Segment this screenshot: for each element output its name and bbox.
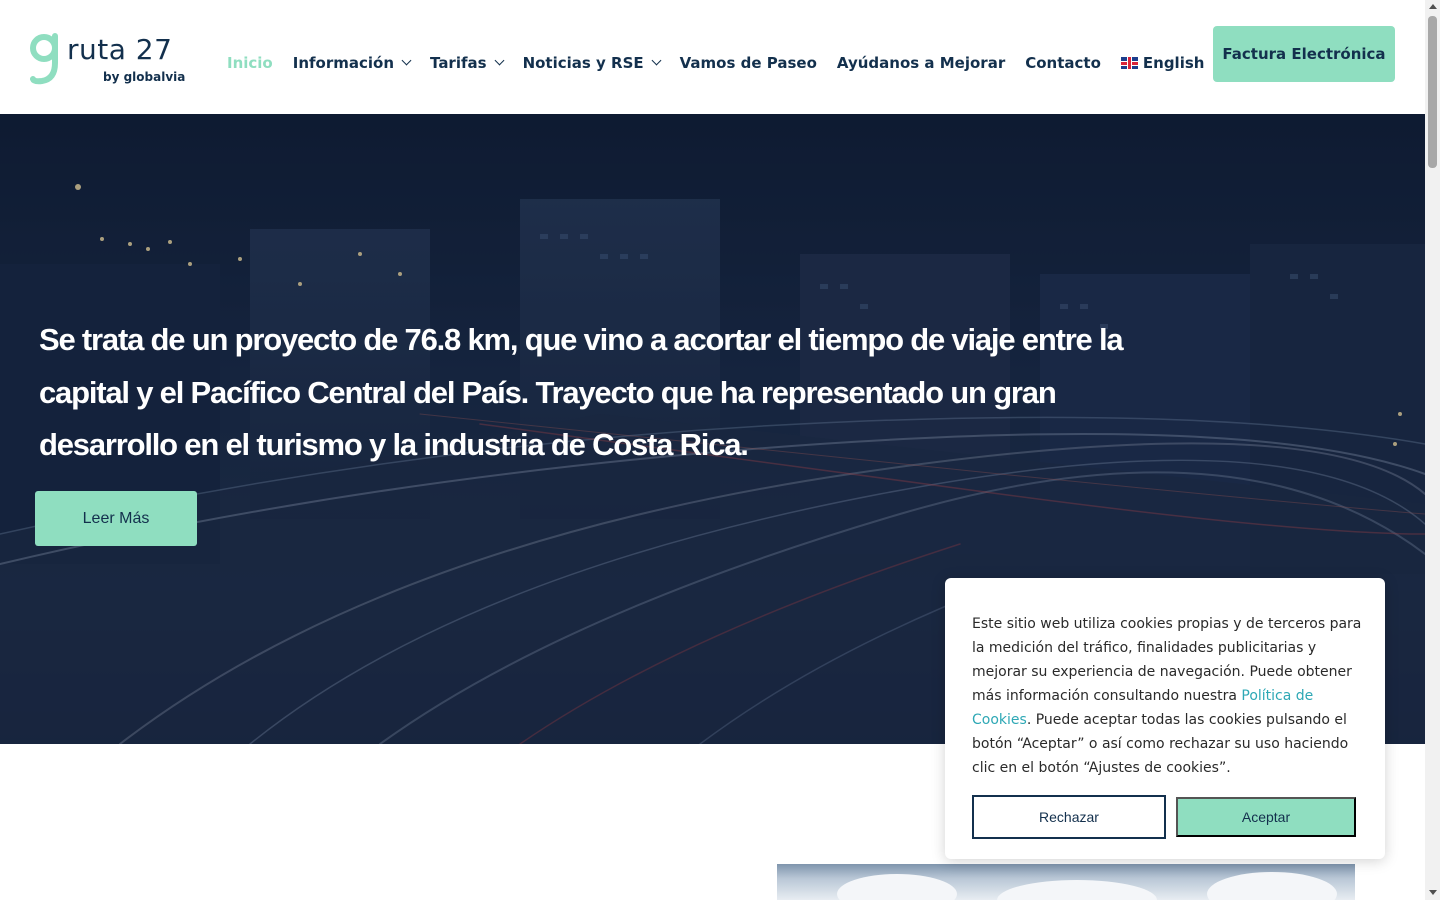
nav-item-contacto[interactable]: Contacto — [1025, 54, 1101, 72]
uk-flag-icon — [1120, 57, 1138, 69]
nav-item-inicio[interactable]: Inicio — [227, 54, 273, 72]
nav-item-english[interactable]: English — [1120, 54, 1205, 72]
site-logo[interactable]: ruta 27 by globalvia — [30, 33, 190, 87]
chevron-down-icon — [494, 55, 505, 66]
nav-item-label: Ayúdanos a Mejorar — [836, 54, 1006, 72]
chevron-down-icon — [651, 55, 662, 66]
nav-item-label: English — [1142, 54, 1205, 72]
page-scrollbar[interactable] — [1425, 0, 1440, 900]
nav-item-ayudanos-a-mejorar[interactable]: Ayúdanos a Mejorar — [837, 54, 1005, 72]
cookie-text: Este sitio web utiliza cookies propias y… — [972, 612, 1362, 780]
g-logo-icon — [30, 33, 58, 85]
scroll-up-arrow-icon[interactable] — [1429, 4, 1437, 9]
cookie-banner: Este sitio web utiliza cookies propias y… — [945, 578, 1385, 859]
accept-cookies-button[interactable]: Aceptar — [1176, 797, 1356, 837]
nav-item-label: Vamos de Paseo — [679, 54, 817, 72]
nav-item-label: Inicio — [227, 54, 273, 72]
nav-item-label: Noticias y RSE — [522, 54, 644, 72]
main-nav: Inicio Información Tarifas Noticias y RS… — [227, 54, 1224, 72]
nav-item-vamos-de-paseo[interactable]: Vamos de Paseo — [680, 54, 817, 72]
nav-item-informacion[interactable]: Información — [292, 54, 412, 72]
reject-cookies-button[interactable]: Rechazar — [972, 795, 1166, 839]
nav-item-tarifas[interactable]: Tarifas — [430, 54, 505, 72]
content-image — [777, 864, 1355, 900]
hero-text: Se trata de un proyecto de 76.8 km, que … — [39, 322, 1124, 462]
logo-byline: by globalvia — [103, 70, 186, 84]
leer-mas-button[interactable]: Leer Más — [35, 491, 197, 546]
logo-name: ruta 27 — [67, 33, 173, 66]
scroll-down-arrow-icon[interactable] — [1429, 890, 1437, 895]
chevron-down-icon — [401, 55, 412, 66]
scrollbar-thumb[interactable] — [1428, 16, 1437, 168]
cookie-text-part: . Puede aceptar todas las cookies pulsan… — [972, 712, 1349, 776]
factura-electronica-button[interactable]: Factura Electrónica — [1213, 26, 1395, 82]
site-header: ruta 27 by globalvia Inicio Información … — [0, 0, 1425, 114]
nav-item-label: Contacto — [1025, 54, 1101, 72]
nav-item-label: Información — [292, 54, 395, 72]
nav-item-label: Tarifas — [430, 54, 487, 72]
nav-item-noticias-rse[interactable]: Noticias y RSE — [522, 54, 662, 72]
